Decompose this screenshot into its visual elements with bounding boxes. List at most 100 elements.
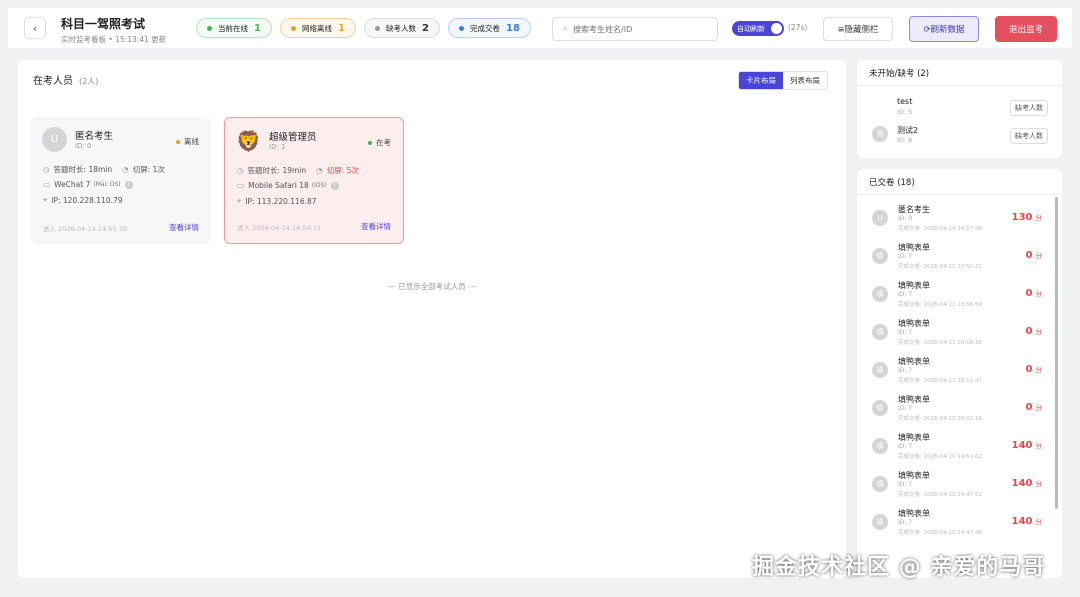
list-item[interactable]: 填 填鸭表单 ID: 7 完成交卷: 2026-04-10 16:02:16 0 分 — [863, 389, 1048, 427]
examinee-id: ID: 7 — [898, 291, 913, 298]
examinee-name: 填鸭表单 — [898, 243, 930, 252]
absent-dot-icon — [375, 25, 380, 31]
score: 0分 — [1025, 326, 1042, 337]
avatar: 填 — [872, 438, 888, 454]
avatar: 填 — [872, 362, 888, 378]
switch-icon: ◔ — [316, 166, 323, 175]
avatar: 测 — [872, 126, 888, 142]
monitor-icon: ▭ — [237, 181, 245, 190]
info-icon[interactable]: i — [124, 180, 133, 189]
top-bar: ‹ 科目一驾照考试 实时监考看板 • 15:13:41 更新 当前在线 1 网络… — [8, 8, 1072, 48]
hide-sidebar-button[interactable]: ≡隐藏侧栏 — [823, 17, 893, 41]
list-item[interactable]: 填 填鸭表单 ID: 7 完成交卷: 2026-04-10 14:47:52 140 分 — [863, 465, 1048, 503]
submit-time: 完成交卷: 2026-04-11 21:56:59 — [898, 302, 983, 308]
offline-dot-icon — [291, 25, 296, 31]
location-icon: ⌖ — [43, 195, 48, 204]
stat-submitted: 完成交卷 18 — [448, 18, 531, 38]
score: 0分 — [1025, 402, 1042, 413]
list-item[interactable]: 测 测试2 ID: 6 缺考人数 — [857, 120, 1062, 148]
toggle-knob — [771, 23, 782, 34]
status-dot-icon — [368, 140, 372, 145]
examinee-id: ID: 7 — [898, 405, 913, 412]
examinee-id: ID: 7 — [898, 253, 913, 260]
layout-switch: 卡片布局 列表布局 — [738, 71, 828, 90]
avatar: 填 — [872, 324, 888, 340]
examinee-id: ID: 7 — [898, 329, 913, 336]
auto-refresh-toggle[interactable]: 自动刷新 — [732, 21, 784, 36]
list-item[interactable]: 填 填鸭表单 ID: 7 完成交卷: 2026-04-10 14:53:02 140 分 — [863, 427, 1048, 465]
examinee-name: test — [897, 97, 913, 106]
card-layout-button[interactable]: 卡片布局 — [739, 72, 783, 89]
switch-icon: ◔ — [122, 165, 129, 174]
scrollbar[interactable] — [1055, 197, 1058, 509]
score: 130 分 — [1011, 212, 1042, 223]
submit-time: 完成交卷: 2026-04-14 14:57:58 — [898, 226, 983, 232]
stat-online: 当前在线 1 — [196, 18, 272, 38]
view-details-link[interactable]: 查看详情 — [169, 222, 199, 233]
list-item[interactable]: U 匿名考生 ID: 0 完成交卷: 2026-04-14 14:57:58 130 分 — [863, 199, 1048, 237]
examinee-name: 填鸭表单 — [898, 357, 930, 366]
submit-time: 完成交卷: 2026-04-10 14:53:02 — [898, 454, 983, 460]
search-box[interactable]: ⌕ — [552, 17, 718, 41]
submitted-panel-title: 已交卷 (18) — [857, 169, 1062, 195]
examinee-name: 超级管理员 — [269, 132, 317, 143]
avatar: U — [42, 127, 67, 152]
duration-row: ◷ 答题时长: 19min ◔ 切屏: 5次 — [237, 166, 359, 175]
search-input[interactable] — [573, 24, 704, 34]
examinee-id: ID: 0 — [75, 142, 92, 150]
submitted-panel: 已交卷 (18) U 匿名考生 ID: 0 完成交卷: 2026-04-14 14:5… — [857, 169, 1062, 578]
chevron-left-icon: ‹ — [32, 21, 38, 35]
absent-badge: 缺考人数 — [1010, 128, 1048, 144]
examinee-name: 填鸭表单 — [898, 509, 930, 518]
info-icon[interactable]: i — [330, 181, 339, 190]
examinee-name: 填鸭表单 — [898, 281, 930, 290]
list-item[interactable]: 填 填鸭表单 ID: 7 完成交卷: 2026-04-11 20:16:36 0 分 — [863, 313, 1048, 351]
page-title: 科目一驾照考试 — [61, 17, 146, 31]
examinee-id: ID: 0 — [898, 215, 913, 222]
refresh-countdown: (27s) — [788, 23, 808, 32]
list-item[interactable]: 填 填鸭表单 ID: 7 完成交卷: 2026-04-10 14:47:48 140 分 — [863, 503, 1048, 541]
list-item[interactable]: 填 填鸭表单 ID: 7 完成交卷: 2026-04-11 18:11:47 0 分 — [863, 351, 1048, 389]
absent-panel-title: 未开始/缺考 (2) — [857, 60, 1062, 86]
submit-time: 完成交卷: 2026-04-11 20:16:36 — [898, 340, 983, 346]
ip-row: ⌖ IP: 113.220.116.87 — [237, 196, 317, 206]
examinee-card: U 匿名考生 ID: 0 离线 ◷ 答题时长: 18min ◔ 切屏: 1次 ▭ We… — [31, 117, 211, 244]
submit-time: 完成交卷: 2026-04-11 22:52:22 — [898, 264, 983, 270]
view-details-link[interactable]: 查看详情 — [361, 221, 391, 232]
score: 0分 — [1025, 288, 1042, 299]
list-item[interactable]: test ID: 5 缺考人数 — [857, 92, 1062, 120]
examinee-name: 测试2 — [897, 126, 919, 135]
duration-row: ◷ 答题时长: 18min ◔ 切屏: 1次 — [43, 165, 165, 174]
avatar: 填 — [872, 248, 888, 264]
active-examinees-panel: 在考人员 (2人) 卡片布局 列表布局 U 匿名考生 ID: 0 离线 ◷ 答题时长… — [18, 60, 846, 578]
monitor-icon: ▭ — [43, 180, 51, 189]
examinee-id: ID: 7 — [898, 443, 913, 450]
score: 140 分 — [1011, 516, 1042, 527]
score: 140 分 — [1011, 478, 1042, 489]
examinee-name: 匿名考生 — [898, 205, 930, 214]
back-button[interactable]: ‹ — [24, 17, 46, 39]
avatar: 填 — [872, 514, 888, 530]
exit-proctor-button[interactable]: 退出监考 — [995, 16, 1057, 42]
examinee-id: ID: 7 — [898, 367, 913, 374]
submit-time: 完成交卷: 2026-04-10 14:47:48 — [898, 530, 983, 536]
enter-time: 进入 2026-04-14 14:54:11 — [237, 224, 322, 232]
examinee-id: ID: 1 — [269, 143, 286, 151]
list-item[interactable]: 填 填鸭表单 ID: 7 完成交卷: 2026-04-11 21:56:59 0 分 — [863, 275, 1048, 313]
enter-time: 进入 2026-04-14 14:55:39 — [43, 225, 128, 233]
score: 140 分 — [1011, 440, 1042, 451]
examinee-id: ID: 7 — [898, 519, 913, 526]
submitted-list: U 匿名考生 ID: 0 完成交卷: 2026-04-14 14:57:58 130 分 … — [863, 199, 1048, 541]
list-layout-button[interactable]: 列表布局 — [783, 72, 827, 89]
location-icon: ⌖ — [237, 196, 242, 205]
list-item[interactable]: 填 填鸭表单 ID: 7 完成交卷: 2026-04-11 22:52:22 0 分 — [863, 237, 1048, 275]
search-icon: ⌕ — [563, 24, 569, 34]
absent-panel: 未开始/缺考 (2) test ID: 5 缺考人数 测 测试2 ID: 6 缺… — [857, 60, 1062, 158]
status-dot-icon — [176, 139, 180, 144]
end-of-list-note: --- 已显示全部考试人员 --- — [387, 282, 477, 291]
avatar: 填 — [872, 476, 888, 492]
examinee-name: 填鸭表单 — [898, 319, 930, 328]
refresh-data-button[interactable]: ⟳刷新数据 — [909, 16, 979, 42]
ip-row: ⌖ IP: 120.228.110.79 — [43, 195, 123, 205]
online-dot-icon — [207, 25, 212, 31]
